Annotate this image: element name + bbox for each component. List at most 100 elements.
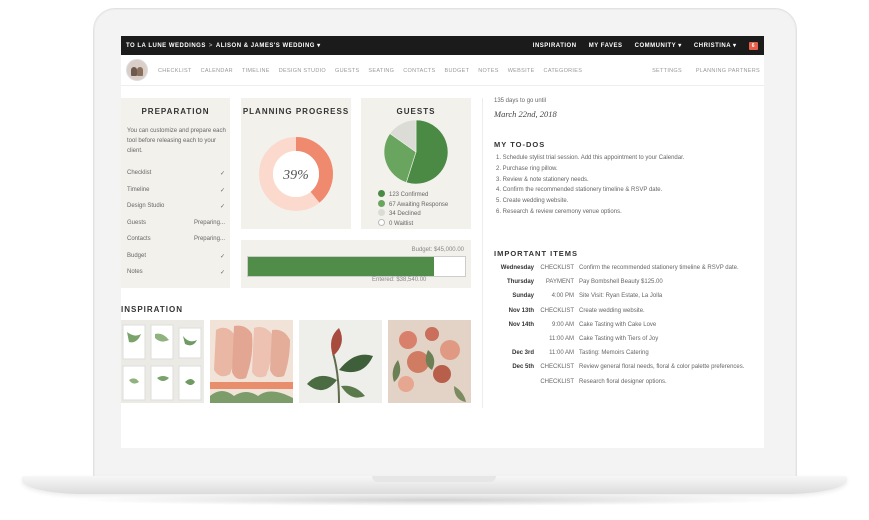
legend-dot (378, 209, 385, 216)
important-item-text[interactable]: Tasting: Memoirs Catering (579, 350, 649, 356)
guests-legend-item: 0 Waitlist (378, 218, 448, 229)
planning-partners-link[interactable]: PLANNING PARTNERS (696, 68, 760, 74)
subnav-item-categories[interactable]: CATEGORIES (544, 68, 583, 74)
important-day-label: Wednesday (500, 265, 534, 271)
guests-legend-label: 67 Awaiting Response (389, 201, 449, 208)
prep-row-label: Notes (127, 269, 143, 275)
prep-row-label: Design Studio (127, 203, 165, 209)
important-item-text[interactable]: Cake Tasting with Cake Love (579, 322, 656, 328)
important-type: CHECKLIST (540, 364, 574, 371)
todos-title: MY TO-DOS (494, 140, 546, 149)
laptop-notch (372, 476, 496, 482)
guests-legend-item: 67 Awaiting Response (378, 199, 449, 210)
important-day-label: Dec 3rd (511, 350, 534, 357)
prep-row-label: Checklist (127, 170, 152, 176)
event-dropdown[interactable]: ALISON & JAMES'S WEDDING ▾ (216, 43, 321, 49)
community-dropdown[interactable]: COMMUNITY ▾ (635, 43, 682, 49)
check-icon: ✓ (219, 253, 225, 260)
important-item-text[interactable]: Research floral designer options. (579, 379, 667, 385)
legend-dot (378, 199, 385, 207)
avatar[interactable] (126, 59, 148, 81)
prep-row-label: Budget (127, 252, 147, 259)
prep-row-label: Guests (127, 219, 147, 226)
todo-item[interactable]: 6. Research & review ceremony venue opti… (496, 209, 622, 215)
subnav-item-budget[interactable]: BUDGET (445, 68, 470, 74)
inspiration-title: INSPIRATION (121, 305, 183, 314)
org-link[interactable]: TO LA LUNE WEDDINGS (126, 43, 206, 49)
subnav-item-website[interactable]: WEBSITE (508, 68, 535, 74)
important-items-title: IMPORTANT ITEMS (494, 249, 579, 258)
subnav-item-design-studio[interactable]: DESIGN STUDIO (279, 68, 326, 74)
guests-legend: 123 Confirmed 67 Awaiting Response 34 Decl… (378, 190, 448, 228)
todo-item[interactable]: 4. Confirm the recommended stationery ti… (496, 187, 662, 193)
guests-legend-label: 123 Confirmed (389, 192, 429, 198)
important-item-text[interactable]: Cake Tasting with Tiers of Joy (579, 336, 658, 342)
budget-bar[interactable] (247, 256, 466, 277)
prep-row[interactable]: Guests Preparing... (127, 220, 225, 226)
progress-ring: 39% (259, 137, 333, 211)
prep-row[interactable]: Timeline ✓ (127, 186, 225, 194)
inspiration-image-stationery[interactable] (121, 320, 204, 403)
inspiration-image-florals[interactable] (388, 320, 471, 403)
todo-item[interactable]: 1. Schedule stylist trial session. Add t… (496, 155, 684, 161)
important-type: 11:00 AM (549, 350, 574, 357)
countdown-days: 135 days to go until (494, 98, 547, 104)
budget-bar-fill (248, 257, 434, 276)
budget-entered: Entered: $38,540.00 (372, 277, 427, 283)
inspiration-image-plant[interactable] (299, 320, 382, 403)
todo-item[interactable]: 5. Create wedding website. (496, 198, 568, 204)
user-dropdown[interactable]: CHRISTINA ▾ (694, 43, 737, 49)
important-type: 9:00 AM (551, 321, 574, 328)
settings-link[interactable]: SETTINGS (652, 68, 682, 74)
prep-row-status: Preparing... (193, 236, 225, 242)
prep-row[interactable]: Checklist ✓ (127, 170, 225, 177)
check-icon: ✓ (219, 204, 225, 210)
todo-item[interactable]: 2. Purchase ring pillow. (496, 166, 558, 172)
legend-dot (378, 190, 385, 197)
subnav-item-contacts[interactable]: CONTACTS (403, 68, 435, 74)
important-day-label: Dec 5th (512, 364, 534, 371)
subnav-item-checklist[interactable]: CHECKLIST (158, 68, 192, 74)
important-item-text[interactable]: Confirm the recommended stationery timel… (579, 265, 739, 271)
budget-panel: Budget: $45,000.00 Entered: $38,540.00 (241, 240, 471, 288)
important-item-text[interactable]: Review general floral needs, floral & co… (579, 364, 744, 370)
important-type: 4:00 PM (551, 293, 574, 300)
progress-value: 39% (282, 168, 309, 183)
prep-row[interactable]: Contacts Preparing... (127, 236, 225, 242)
important-type: CHECKLIST (540, 265, 574, 271)
notification-badge[interactable]: 6 (748, 42, 758, 50)
subnav-item-notes[interactable]: NOTES (478, 68, 498, 74)
prep-row[interactable]: Notes ✓ (127, 269, 225, 276)
important-type: CHECKLIST (540, 378, 574, 385)
prep-row-status: Preparing... (193, 219, 225, 226)
check-icon: ✓ (219, 187, 225, 194)
subnav-item-guests[interactable]: GUESTS (335, 68, 359, 74)
important-day-label: Nov 13th (508, 307, 534, 314)
prep-row-label: Timeline (127, 186, 150, 193)
budget-total: Budget: $45,000.00 (411, 247, 464, 253)
prep-row[interactable]: Design Studio ✓ (127, 203, 225, 210)
prep-row-label: Contacts (127, 236, 151, 242)
faves-link[interactable]: MY FAVES (589, 43, 623, 49)
important-type: CHECKLIST (540, 307, 574, 314)
wedding-date: March 22nd, 2018 (494, 109, 557, 119)
preparation-description: You can customize and prepare each tool … (127, 128, 226, 154)
app-screen: TO LA LUNE WEDDINGS > ALISON & JAMES'S WED… (121, 36, 764, 448)
important-item-text[interactable]: Site Visit: Ryan Estate, La Jolla (579, 293, 662, 299)
laptop-shadow (70, 494, 799, 506)
important-type: 11:00 AM (549, 336, 574, 342)
todo-item[interactable]: 3. Review & note stationery needs. (496, 177, 589, 183)
important-item-text[interactable]: Create wedding website. (579, 308, 645, 314)
important-item-text[interactable]: Pay Bombshell Beauty $125.00 (579, 279, 663, 285)
prep-row[interactable]: Budget ✓ (127, 252, 225, 260)
subnav-item-timeline[interactable]: TIMELINE (242, 68, 270, 74)
subnav-item-calendar[interactable]: CALENDAR (201, 68, 233, 74)
check-icon: ✓ (219, 270, 225, 276)
subnav-item-seating[interactable]: SEATING (368, 68, 394, 74)
important-day-label: Sunday (512, 293, 534, 300)
guests-legend-label: 34 Declined (389, 211, 421, 217)
inspiration-link[interactable]: INSPIRATION (533, 43, 577, 49)
sub-navbar: CHECKLIST CALENDAR TIMELINE DESIGN STUDIO GU… (121, 55, 764, 86)
inspiration-image-ribbons[interactable] (210, 320, 293, 403)
planning-progress-panel: PLANNING PROGRESS 39% (241, 98, 351, 229)
